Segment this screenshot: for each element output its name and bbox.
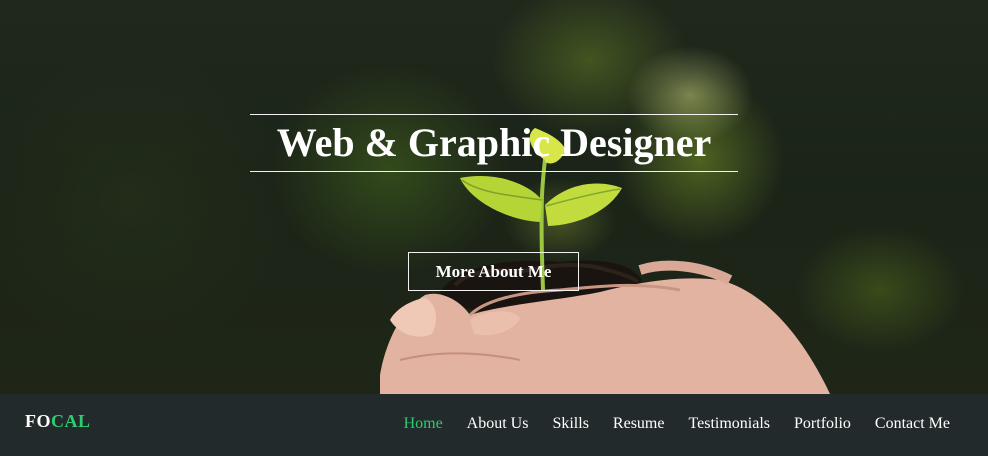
- hero-title-frame: Web & Graphic Designer: [250, 114, 738, 172]
- nav-item-portfolio[interactable]: Portfolio: [794, 414, 851, 434]
- hero-section: Web & Graphic Designer More About Me: [0, 0, 988, 394]
- more-about-me-button[interactable]: More About Me: [408, 252, 579, 291]
- nav-item-about-us[interactable]: About Us: [467, 414, 529, 434]
- logo-part-2: CAL: [51, 411, 91, 431]
- main-navigation: Home About Us Skills Resume Testimonials…: [404, 414, 950, 434]
- nav-item-contact-me[interactable]: Contact Me: [875, 414, 950, 434]
- nav-item-resume[interactable]: Resume: [613, 414, 665, 434]
- hero-background-image: [380, 128, 830, 394]
- navbar: FOCAL Home About Us Skills Resume Testim…: [0, 394, 988, 456]
- brand-logo[interactable]: FOCAL: [25, 411, 91, 432]
- nav-item-skills[interactable]: Skills: [552, 414, 588, 434]
- logo-part-1: FO: [25, 411, 51, 431]
- nav-item-home[interactable]: Home: [404, 414, 443, 434]
- nav-item-testimonials[interactable]: Testimonials: [688, 414, 770, 434]
- hero-title: Web & Graphic Designer: [276, 120, 712, 165]
